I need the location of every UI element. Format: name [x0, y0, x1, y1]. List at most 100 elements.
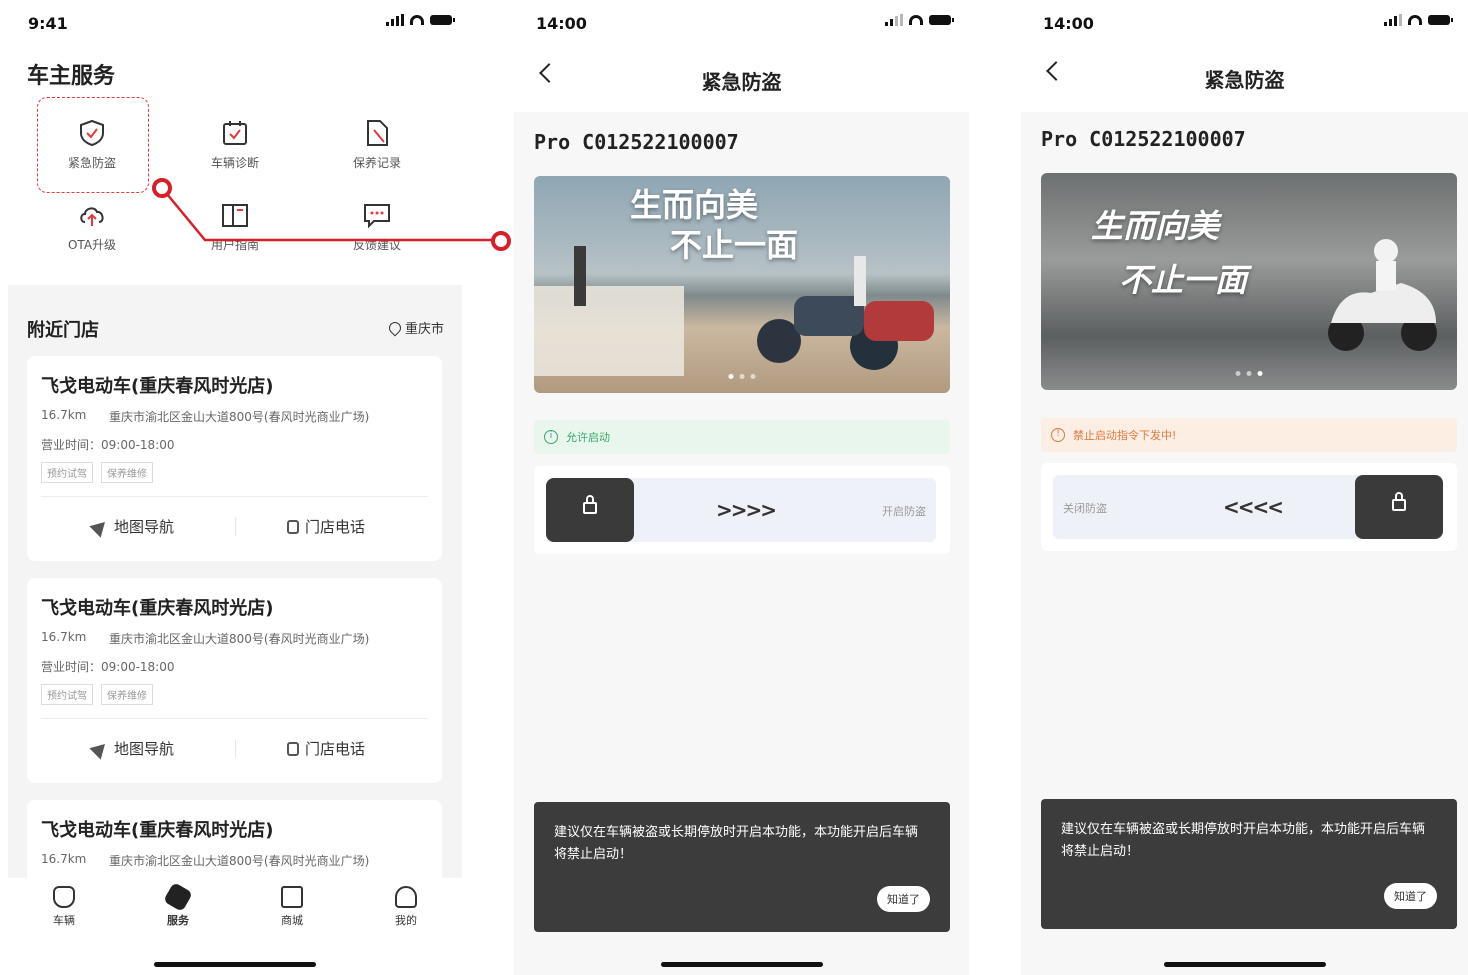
service-label: 保养记录 — [352, 156, 401, 170]
service-label: OTA升级 — [67, 238, 117, 252]
store-card[interactable]: 飞戈电动车(重庆春风时光店) 16.7km 重庆市渝北区金山大道800号(春风时… — [27, 800, 442, 890]
battery-icon — [430, 15, 455, 25]
home-indicator — [154, 962, 316, 967]
hexagon-icon — [162, 881, 194, 913]
signal-icon — [386, 14, 404, 26]
battery-icon — [1428, 15, 1453, 25]
wifi-icon — [1408, 15, 1422, 25]
got-it-button[interactable]: 知道了 — [1384, 883, 1437, 909]
store-phone-button[interactable]: 门店电话 — [287, 516, 365, 537]
status-time: 14:00 — [1043, 14, 1094, 33]
service-screen: 9:41 车主服务 紧急防盗 车辆诊断 保养记录 OTA升级 用户指南 反馈建议… — [0, 0, 470, 975]
slide-label: 开启防盗 — [882, 505, 926, 518]
promo-banner[interactable]: 生而向美 不止一面 — [1041, 173, 1457, 390]
slider-knob[interactable] — [1355, 475, 1443, 539]
nearby-title: 附近门店 — [27, 320, 99, 341]
service-diagnosis[interactable]: 车辆诊断 — [180, 112, 290, 182]
store-phone-label: 门店电话 — [305, 740, 366, 758]
store-address: 重庆市渝北区金山大道800号(春风时光商业广场) — [109, 854, 370, 868]
slider-knob[interactable] — [546, 478, 634, 542]
anti-theft-slider[interactable]: 关闭防盗 <<<< — [1041, 463, 1457, 551]
wifi-icon — [909, 15, 923, 25]
city-selector[interactable]: 重庆市 — [386, 318, 444, 337]
tab-bar: 车辆 服务 商城 我的 — [0, 878, 470, 975]
navigation-arrow-icon — [89, 515, 111, 538]
shield-check-icon — [77, 118, 107, 148]
store-name: 飞戈电动车(重庆春风时光店) — [41, 820, 274, 841]
store-tag: 保养维修 — [101, 684, 153, 705]
service-anti-theft[interactable]: 紧急防盗 — [37, 112, 147, 182]
status-notice: ! 禁止启动指令下发中! — [1041, 418, 1457, 452]
map-nav-label: 地图导航 — [114, 518, 175, 536]
tab-service[interactable]: 服务 — [148, 881, 208, 928]
unlock-icon — [1392, 492, 1406, 511]
service-guide[interactable]: 用户指南 — [180, 194, 290, 264]
vehicle-id: Pro C012522100007 — [534, 130, 739, 154]
service-ota[interactable]: OTA升级 — [37, 194, 147, 264]
user-icon — [395, 886, 417, 908]
banner-pagination — [1235, 371, 1263, 376]
service-label: 反馈建议 — [352, 238, 401, 252]
divider — [41, 718, 428, 719]
service-label: 紧急防盗 — [67, 156, 116, 170]
store-card[interactable]: 飞戈电动车(重庆春风时光店) 16.7km 重庆市渝北区金山大道800号(春风时… — [27, 578, 442, 783]
service-label: 车辆诊断 — [210, 156, 259, 170]
store-address: 重庆市渝北区金山大道800号(春风时光商业广场) — [109, 632, 370, 646]
location-pin-icon — [386, 319, 404, 336]
battery-icon — [929, 15, 954, 25]
anti-theft-disable-screen: 14:00 紧急防盗 Pro C012522100007 生而向美 不止一面 !… — [1021, 0, 1468, 975]
store-name: 飞戈电动车(重庆春风时光店) — [41, 376, 274, 397]
warning-dialog: 建议仅在车辆被盗或长期停放时开启本功能，本功能开启后车辆将禁止启动！ 知道了 — [534, 802, 950, 932]
document-icon — [362, 118, 392, 148]
anti-theft-slider[interactable]: >>>> 开启防盗 — [534, 466, 950, 554]
tab-label: 车辆 — [53, 914, 75, 927]
warning-icon: ! — [1051, 428, 1065, 442]
tab-label: 商城 — [281, 914, 303, 927]
store-tag: 保养维修 — [101, 462, 153, 483]
page-title: 紧急防盗 — [1204, 68, 1285, 92]
service-maintenance[interactable]: 保养记录 — [322, 112, 432, 182]
notice-text: 禁止启动指令下发中! — [1073, 429, 1177, 442]
store-phone-label: 门店电话 — [305, 518, 366, 536]
map-nav-button[interactable]: 地图导航 — [89, 737, 175, 760]
slide-label: 关闭防盗 — [1063, 502, 1107, 515]
scooter-icon — [53, 886, 75, 908]
shop-bag-icon — [281, 886, 303, 908]
status-bar: 14:00 — [514, 10, 969, 36]
store-card[interactable]: 飞戈电动车(重庆春风时光店) 16.7km 重庆市渝北区金山大道800号(春风时… — [27, 356, 442, 561]
tab-shop[interactable]: 商城 — [262, 886, 322, 928]
tab-vehicle[interactable]: 车辆 — [34, 886, 94, 928]
service-feedback[interactable]: 反馈建议 — [322, 194, 432, 264]
map-nav-label: 地图导航 — [114, 740, 175, 758]
vehicle-id: Pro C012522100007 — [1041, 127, 1246, 151]
status-bar: 9:41 — [0, 10, 470, 36]
status-notice: i 允许启动 — [534, 420, 950, 454]
status-time: 14:00 — [536, 14, 587, 33]
tab-label: 我的 — [395, 914, 417, 927]
store-hours: 营业时间：09:00-18:00 — [41, 438, 175, 452]
phone-icon — [287, 519, 299, 534]
tab-mine[interactable]: 我的 — [376, 886, 436, 928]
notice-text: 允许启动 — [566, 431, 610, 444]
navigation-arrow-icon — [89, 737, 111, 760]
store-tag: 预约试驾 — [41, 462, 93, 483]
promo-banner[interactable]: 生而向美 不止一面 — [534, 176, 950, 393]
connector-end-dot — [491, 231, 511, 251]
banner-pagination — [728, 374, 756, 379]
map-nav-button[interactable]: 地图导航 — [89, 515, 175, 538]
page-title: 车主服务 — [27, 64, 116, 89]
store-distance: 16.7km — [41, 408, 87, 422]
store-tag: 预约试驾 — [41, 684, 93, 705]
got-it-button[interactable]: 知道了 — [877, 886, 930, 912]
lock-icon — [583, 495, 597, 514]
dialog-text: 建议仅在车辆被盗或长期停放时开启本功能，本功能开启后车辆将禁止启动！ — [1061, 822, 1426, 859]
signal-icon — [1384, 14, 1402, 26]
phone-icon — [287, 741, 299, 756]
store-phone-button[interactable]: 门店电话 — [287, 738, 365, 759]
slide-left-chevrons: <<<< — [1223, 495, 1284, 519]
chat-bubble-icon — [362, 200, 392, 230]
home-indicator — [1163, 962, 1326, 967]
store-distance: 16.7km — [41, 630, 87, 644]
divider — [41, 496, 428, 497]
cloud-upload-icon — [77, 200, 107, 230]
